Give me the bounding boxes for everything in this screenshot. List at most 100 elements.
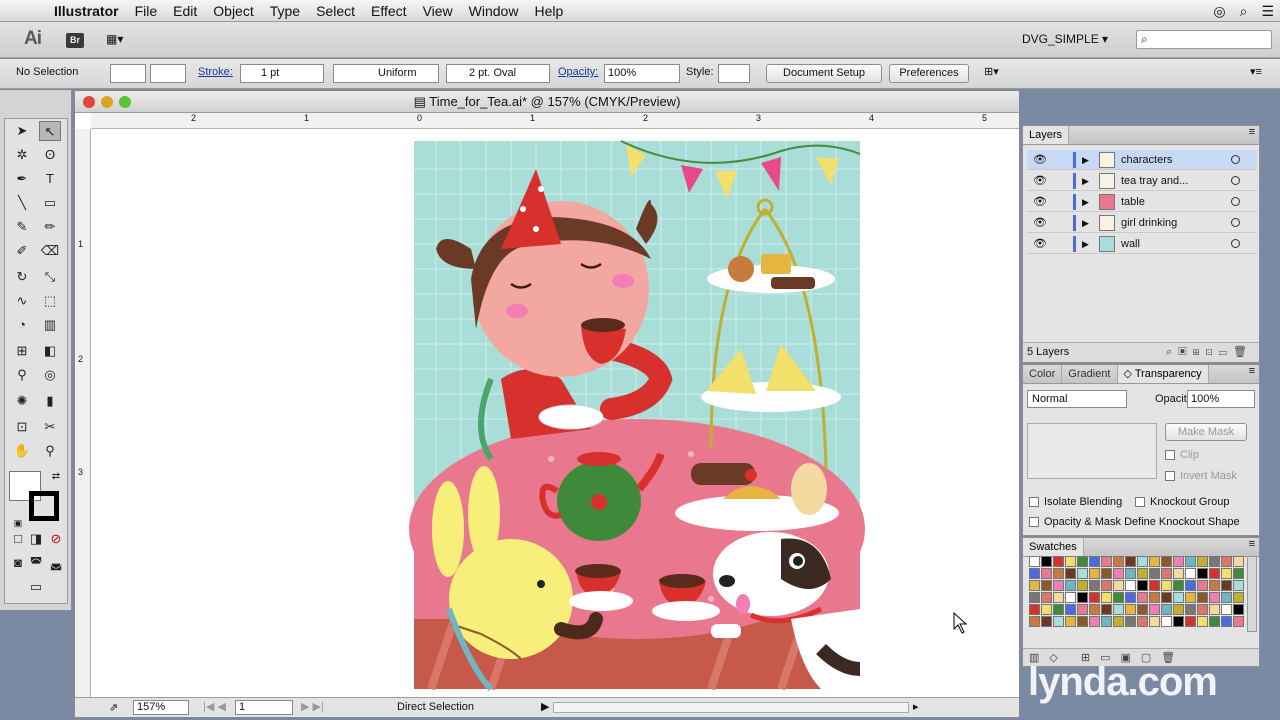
- layer-name[interactable]: girl drinking: [1121, 213, 1177, 233]
- color-swatch[interactable]: [1113, 580, 1124, 591]
- color-swatch[interactable]: [1041, 556, 1052, 567]
- color-swatch[interactable]: [1041, 580, 1052, 591]
- color-swatch[interactable]: [1137, 616, 1148, 627]
- layer-name[interactable]: tea tray and...: [1121, 171, 1188, 191]
- color-swatch[interactable]: [1221, 604, 1232, 615]
- list-icon[interactable]: ☰: [1261, 3, 1274, 20]
- color-swatch[interactable]: [1101, 568, 1112, 579]
- preferences-button[interactable]: Preferences: [889, 64, 969, 83]
- color-swatch[interactable]: [1089, 604, 1100, 615]
- blend-tool-icon[interactable]: ◎: [39, 365, 61, 385]
- color-swatch[interactable]: [1113, 604, 1124, 615]
- color-swatch[interactable]: [1149, 568, 1160, 579]
- spotlight-icon[interactable]: ⌕: [1240, 3, 1248, 20]
- stroke-color-box[interactable]: [29, 491, 59, 521]
- color-swatch[interactable]: [1053, 568, 1064, 579]
- color-swatch[interactable]: [1197, 616, 1208, 627]
- expand-triangle-icon[interactable]: ▶: [1082, 234, 1089, 254]
- color-swatch[interactable]: [1185, 568, 1196, 579]
- warp-tool-icon[interactable]: ∿: [11, 291, 33, 311]
- menu-select[interactable]: Select: [308, 0, 363, 22]
- color-swatch[interactable]: [1125, 616, 1136, 627]
- color-swatch[interactable]: [1185, 616, 1196, 627]
- tab-color[interactable]: Color: [1023, 365, 1063, 383]
- wifi-icon[interactable]: ◎: [1213, 3, 1225, 20]
- type-tool-icon[interactable]: T: [39, 169, 61, 189]
- color-swatch[interactable]: [1101, 580, 1112, 591]
- color-swatch[interactable]: [1197, 556, 1208, 567]
- color-swatch[interactable]: [1173, 592, 1184, 603]
- color-swatch[interactable]: [1161, 556, 1172, 567]
- layer-name[interactable]: wall: [1121, 234, 1140, 254]
- color-swatch[interactable]: [1233, 592, 1244, 603]
- none-mode-icon[interactable]: ⊘: [45, 529, 67, 549]
- color-swatch[interactable]: [1185, 556, 1196, 567]
- graphic-style-picker[interactable]: [718, 64, 750, 83]
- paintbrush-icon[interactable]: ✎: [11, 217, 33, 237]
- prev-artboard-icons[interactable]: |◀ ◀: [203, 700, 226, 713]
- blend-mode-select[interactable]: Normal: [1027, 390, 1127, 408]
- color-swatch[interactable]: [1101, 556, 1112, 567]
- color-swatch[interactable]: [1053, 556, 1064, 567]
- tab-transparency[interactable]: ◇ Transparency: [1117, 365, 1209, 383]
- visibility-eye-icon[interactable]: 👁: [1033, 234, 1047, 254]
- expand-triangle-icon[interactable]: ▶: [1082, 213, 1089, 233]
- menu-view[interactable]: View: [415, 0, 461, 22]
- color-swatch[interactable]: [1041, 604, 1052, 615]
- magic-wand-icon[interactable]: ✲: [11, 145, 33, 165]
- color-swatch[interactable]: [1053, 616, 1064, 627]
- color-swatch[interactable]: [1065, 580, 1076, 591]
- menu-window[interactable]: Window: [461, 0, 527, 22]
- scale-tool-icon[interactable]: ⤡: [39, 267, 61, 287]
- color-swatch[interactable]: [1065, 556, 1076, 567]
- color-swatch[interactable]: [1125, 592, 1136, 603]
- color-swatch[interactable]: [1173, 616, 1184, 627]
- color-swatch[interactable]: [1233, 604, 1244, 615]
- color-swatch[interactable]: [1029, 592, 1040, 603]
- invert-mask-checkbox[interactable]: Invert Mask: [1165, 470, 1237, 482]
- color-swatch[interactable]: [1233, 616, 1244, 627]
- color-swatch[interactable]: [1041, 616, 1052, 627]
- color-swatch[interactable]: [1101, 604, 1112, 615]
- color-swatch[interactable]: [1113, 616, 1124, 627]
- layer-row-tea-tray[interactable]: 👁 ▶ tea tray and...: [1027, 171, 1257, 191]
- tab-layers[interactable]: Layers: [1023, 126, 1070, 144]
- workspace-switcher[interactable]: DVG_SIMPLE ▾: [1022, 32, 1108, 46]
- status-tool-label[interactable]: Direct Selection: [397, 701, 474, 713]
- minimize-window-button[interactable]: [101, 96, 113, 108]
- color-swatch[interactable]: [1173, 568, 1184, 579]
- panel-menu-icon[interactable]: ▾≡: [1250, 64, 1262, 83]
- color-swatch[interactable]: [1029, 604, 1040, 615]
- color-swatch[interactable]: [1041, 568, 1052, 579]
- color-swatch[interactable]: [1089, 568, 1100, 579]
- color-swatch[interactable]: [1137, 568, 1148, 579]
- symbol-sprayer-icon[interactable]: ✺: [11, 391, 33, 411]
- bridge-button[interactable]: Br: [66, 33, 84, 48]
- color-swatch[interactable]: [1029, 556, 1040, 567]
- color-swatch[interactable]: [1197, 592, 1208, 603]
- color-swatch[interactable]: [1125, 568, 1136, 579]
- expand-triangle-icon[interactable]: ▶: [1082, 192, 1089, 212]
- opacity-field[interactable]: 100%: [604, 64, 680, 83]
- mesh-tool-icon[interactable]: ⊞: [11, 341, 33, 361]
- brush-definition[interactable]: 2 pt. Oval: [446, 64, 550, 83]
- color-swatch[interactable]: [1029, 580, 1040, 591]
- color-swatch[interactable]: [1185, 604, 1196, 615]
- search-input[interactable]: ⌕: [1136, 30, 1272, 49]
- color-swatch[interactable]: [1053, 604, 1064, 615]
- color-swatch[interactable]: [1221, 568, 1232, 579]
- opacity-mask-checkbox[interactable]: Opacity & Mask Define Knockout Shape: [1029, 516, 1240, 528]
- color-swatch[interactable]: [1209, 556, 1220, 567]
- color-swatch[interactable]: [1161, 580, 1172, 591]
- graph-tool-icon[interactable]: ▮: [39, 391, 61, 411]
- layer-row-wall[interactable]: 👁 ▶ wall: [1027, 234, 1257, 254]
- layer-action-icons[interactable]: ⌕▣⊞⊡▭🗑: [1166, 345, 1253, 359]
- horizontal-ruler[interactable]: 2 1 0 1 2 3 4 5: [91, 113, 1019, 129]
- artboard-icon[interactable]: ⇗: [109, 701, 118, 714]
- layer-target-icon[interactable]: [1231, 239, 1240, 248]
- eyedropper-icon[interactable]: ⚲: [11, 365, 33, 385]
- layer-target-icon[interactable]: [1231, 218, 1240, 227]
- vertical-ruler[interactable]: 1 2 3: [75, 129, 91, 697]
- color-swatch[interactable]: [1077, 580, 1088, 591]
- color-swatch[interactable]: [1221, 556, 1232, 567]
